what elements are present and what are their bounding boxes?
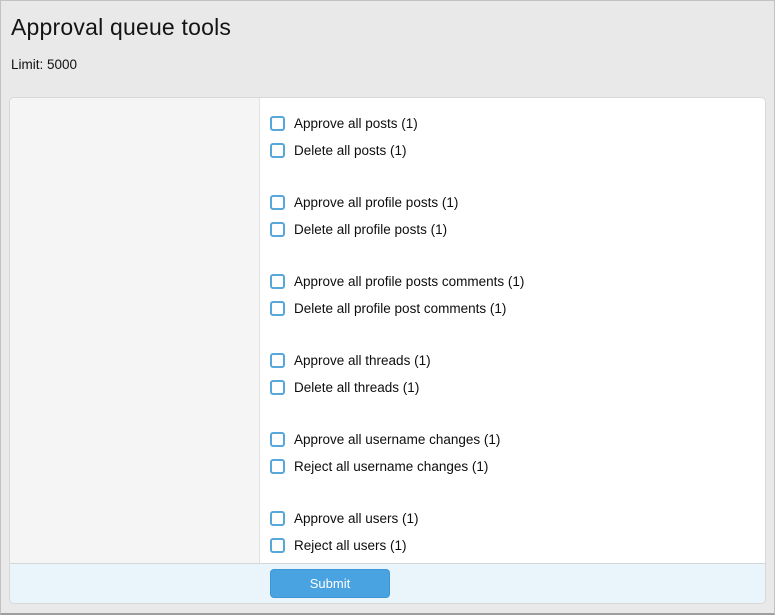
form-footer: Submit: [10, 563, 765, 603]
checkbox[interactable]: [270, 353, 285, 368]
checkbox[interactable]: [270, 538, 285, 553]
approval-queue-tools-page: Approval queue tools Limit: 5000 Approve…: [0, 0, 775, 615]
checkbox-row[interactable]: Approve all profile posts (1): [270, 189, 755, 216]
checkbox-label: Approve all profile posts comments (1): [294, 273, 524, 290]
checkbox[interactable]: [270, 274, 285, 289]
checkbox-group-profile-posts: Approve all profile posts (1) Delete all…: [270, 189, 755, 243]
checkbox-row[interactable]: Reject all users (1): [270, 532, 755, 559]
label-column: [10, 98, 260, 563]
checkbox-label: Delete all profile posts (1): [294, 221, 447, 238]
checkbox[interactable]: [270, 143, 285, 158]
checkbox-group-username-changes: Approve all username changes (1) Reject …: [270, 426, 755, 480]
checkbox[interactable]: [270, 459, 285, 474]
checkbox[interactable]: [270, 432, 285, 447]
checkbox-label: Delete all posts (1): [294, 142, 407, 159]
checkbox-label: Approve all threads (1): [294, 352, 431, 369]
checkbox-row[interactable]: Reject all username changes (1): [270, 453, 755, 480]
checkbox[interactable]: [270, 222, 285, 237]
checkbox-label: Delete all threads (1): [294, 379, 419, 396]
checkbox-label: Reject all username changes (1): [294, 458, 488, 475]
checkbox[interactable]: [270, 380, 285, 395]
checkbox-label: Approve all posts (1): [294, 115, 418, 132]
checkbox-row[interactable]: Approve all threads (1): [270, 347, 755, 374]
checkbox-group-threads: Approve all threads (1) Delete all threa…: [270, 347, 755, 401]
checkbox-label: Approve all profile posts (1): [294, 194, 458, 211]
checkbox-group-users: Approve all users (1) Reject all users (…: [270, 505, 755, 559]
checkbox-group-posts: Approve all posts (1) Delete all posts (…: [270, 110, 755, 164]
checkbox[interactable]: [270, 116, 285, 131]
checkbox-row[interactable]: Delete all profile posts (1): [270, 216, 755, 243]
page-header: Approval queue tools Limit: 5000: [1, 1, 774, 73]
limit-label: Limit: 5000: [11, 57, 764, 73]
checkbox-row[interactable]: Approve all posts (1): [270, 110, 755, 137]
checkbox-label: Delete all profile post comments (1): [294, 300, 506, 317]
checkbox-row[interactable]: Approve all users (1): [270, 505, 755, 532]
form-panel: Approve all posts (1) Delete all posts (…: [9, 97, 766, 604]
checkbox-label: Reject all users (1): [294, 537, 407, 554]
checkbox[interactable]: [270, 195, 285, 210]
submit-button[interactable]: Submit: [270, 569, 390, 598]
checkbox-row[interactable]: Delete all threads (1): [270, 374, 755, 401]
checkbox[interactable]: [270, 511, 285, 526]
checkbox-row[interactable]: Delete all posts (1): [270, 137, 755, 164]
checkbox-label: Approve all username changes (1): [294, 431, 500, 448]
checkbox-label: Approve all users (1): [294, 510, 419, 527]
checkbox-row[interactable]: Approve all profile posts comments (1): [270, 268, 755, 295]
checkbox-row[interactable]: Delete all profile post comments (1): [270, 295, 755, 322]
checkbox-row[interactable]: Approve all username changes (1): [270, 426, 755, 453]
page-title: Approval queue tools: [11, 14, 764, 41]
checkbox-group-profile-post-comments: Approve all profile posts comments (1) D…: [270, 268, 755, 322]
form-body: Approve all posts (1) Delete all posts (…: [10, 98, 765, 563]
checkbox[interactable]: [270, 301, 285, 316]
checkbox-column: Approve all posts (1) Delete all posts (…: [260, 98, 765, 563]
